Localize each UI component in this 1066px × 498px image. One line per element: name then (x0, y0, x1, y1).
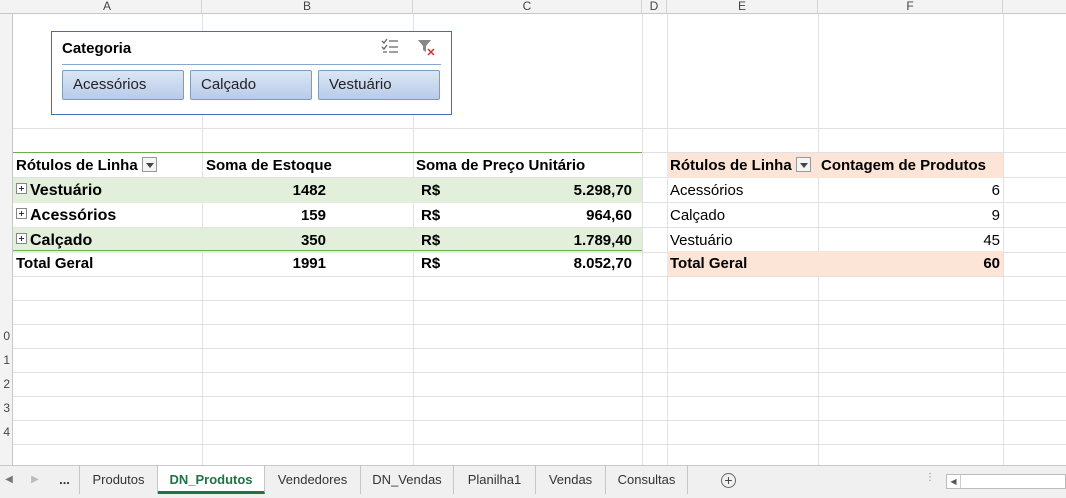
tab-consultas[interactable]: Consultas (606, 466, 688, 494)
stock-value: 1482 (292, 182, 326, 199)
count-value: 9 (991, 207, 1000, 224)
scroll-left-arrow-icon[interactable]: ◀ (947, 475, 961, 488)
row-label: Vestuário (670, 232, 733, 249)
slicer-divider (62, 64, 441, 65)
tab-vendedores[interactable]: Vendedores (265, 466, 361, 494)
price-sum-header: Soma de Preço Unitário (416, 157, 586, 174)
slicer-title: Categoria (62, 40, 132, 57)
pivot-table-count[interactable]: Rótulos de Linha Contagem de Produtos Ac… (654, 152, 1004, 276)
tab-scroll-right-icon[interactable]: ▶ (26, 466, 44, 494)
row-number[interactable]: 0 (0, 329, 10, 343)
count-value: 45 (983, 232, 1000, 249)
pivot-header-row: Rótulos de Linha Soma de Estoque Soma de… (13, 153, 642, 178)
expand-icon[interactable] (16, 183, 27, 195)
row-number[interactable]: 3 (0, 401, 10, 415)
tab-dn-vendas[interactable]: DN_Vendas (361, 466, 454, 494)
pivot-row-acessorios[interactable]: Acessórios 159 R$ 964,60 (13, 203, 642, 228)
slicer-item-vestuario[interactable]: Vestuário (318, 70, 440, 100)
pivot2-header-row: Rótulos de Linha Contagem de Produtos (667, 153, 1003, 178)
scroll-splitter-icon[interactable]: ⋮ (925, 472, 935, 483)
total-count: 60 (983, 255, 1000, 272)
pivot-table-stock[interactable]: Rótulos de Linha Soma de Estoque Soma de… (0, 152, 642, 276)
row-label: Vestuário (30, 182, 103, 199)
column-header-c[interactable]: C (413, 0, 642, 14)
column-header-d[interactable]: D (642, 0, 667, 14)
clear-filter-icon[interactable] (415, 38, 437, 58)
count-value: 6 (991, 182, 1000, 199)
pivot-row-vestuario[interactable]: Vestuário 1482 R$ 5.298,70 (13, 178, 642, 203)
row-label: Acessórios (670, 182, 744, 199)
stock-value: 159 (300, 207, 326, 224)
row-labels-header[interactable]: Rótulos de Linha (670, 153, 818, 178)
more-sheets-button[interactable]: ... (50, 466, 80, 494)
currency-symbol: R$ (421, 207, 441, 224)
row-number[interactable]: 1 (0, 353, 10, 367)
expand-icon[interactable] (16, 233, 27, 245)
pivot2-total-row[interactable]: Total Geral 60 (667, 251, 1003, 276)
total-label: Total Geral (670, 255, 748, 272)
tab-produtos[interactable]: Produtos (80, 466, 158, 494)
tab-planilha1[interactable]: Planilha1 (454, 466, 536, 494)
row-labels-header[interactable]: Rótulos de Linha (16, 153, 202, 178)
total-label: Total Geral (16, 255, 94, 272)
column-header-e[interactable]: E (667, 0, 818, 14)
row-label: Calçado (670, 207, 726, 224)
column-header-row: A B C D E F (0, 0, 1066, 14)
column-header-a[interactable]: A (13, 0, 202, 14)
horizontal-scrollbar[interactable]: ◀ (946, 474, 1066, 489)
row-number[interactable]: 2 (0, 377, 10, 391)
sheet-tab-bar: ◀ ▶ ... Produtos DN_Produtos Vendedores … (0, 465, 1066, 498)
count-header: Contagem de Produtos (821, 157, 987, 174)
category-slicer[interactable]: Categoria Acessórios Calçado Vestuário (51, 31, 452, 115)
pivot-total-row[interactable]: Total Geral 1991 R$ 8.052,70 (13, 251, 642, 276)
currency-symbol: R$ (421, 255, 441, 272)
tab-vendas[interactable]: Vendas (536, 466, 606, 494)
slicer-item-calcado[interactable]: Calçado (190, 70, 312, 100)
column-header-f[interactable]: F (818, 0, 1003, 14)
column-header-b[interactable]: B (202, 0, 413, 14)
row-label: Acessórios (30, 207, 117, 224)
tab-dn-produtos[interactable]: DN_Produtos (158, 466, 265, 494)
currency-symbol: R$ (421, 182, 441, 199)
pivot2-row[interactable]: Vestuário 45 (667, 228, 1003, 253)
price-value: 5.298,70 (573, 182, 632, 199)
total-stock: 1991 (292, 255, 326, 272)
multiselect-list-icon[interactable] (379, 38, 401, 58)
slicer-item-acessorios[interactable]: Acessórios (62, 70, 184, 100)
filter-dropdown-icon[interactable] (795, 156, 811, 172)
row-labels-header-text: Rótulos de Linha (16, 157, 138, 174)
pivot2-row[interactable]: Acessórios 6 (667, 178, 1003, 203)
tab-scroll-left-icon[interactable]: ◀ (0, 466, 18, 494)
total-price: 8.052,70 (573, 255, 632, 272)
stock-sum-header: Soma de Estoque (206, 157, 332, 174)
pivot2-row[interactable]: Calçado 9 (667, 203, 1003, 228)
row-label: Calçado (30, 232, 93, 249)
filter-dropdown-icon[interactable] (141, 156, 157, 172)
add-sheet-icon[interactable]: + (721, 473, 736, 488)
row-labels-header-text: Rótulos de Linha (670, 157, 792, 174)
row-number[interactable]: 4 (0, 425, 10, 439)
price-value: 964,60 (586, 207, 632, 224)
expand-icon[interactable] (16, 208, 27, 220)
